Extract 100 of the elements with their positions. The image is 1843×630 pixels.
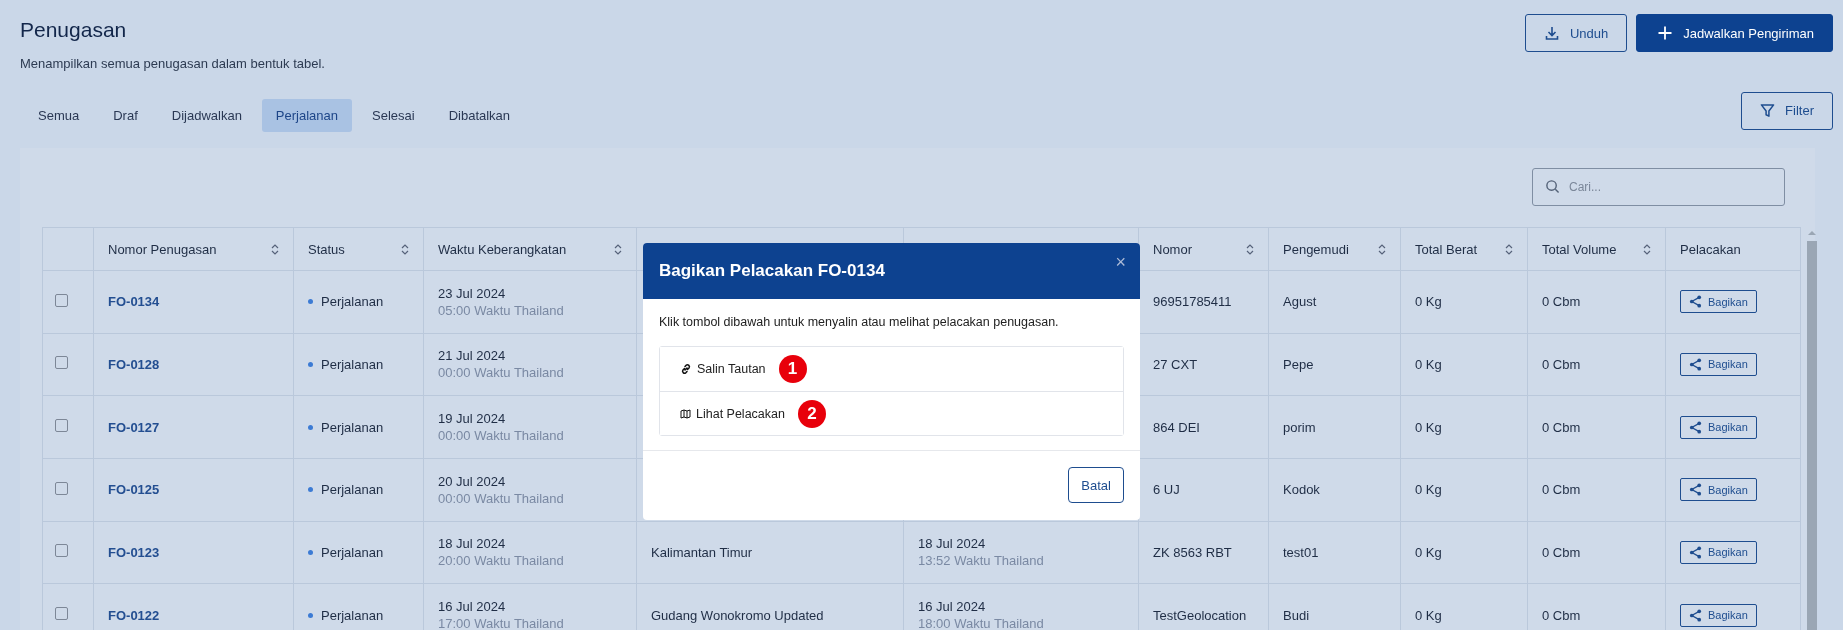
row-checkbox[interactable]	[55, 293, 68, 307]
time-text: 00:00 Waktu Thailand	[438, 365, 565, 381]
row-checkbox[interactable]	[55, 419, 68, 433]
download-button[interactable]: Unduh	[1524, 14, 1628, 52]
table-cell: 6 UJ	[1153, 482, 1180, 498]
column-header: Total Berat	[1415, 241, 1478, 257]
share-icon	[1689, 545, 1702, 559]
assignment-link[interactable]: FO-0127	[108, 419, 160, 435]
sort-icon[interactable]	[1505, 243, 1513, 255]
filter-tab[interactable]: Selesai	[358, 99, 429, 132]
row-checkbox[interactable]	[55, 356, 68, 370]
column-header: Pengemudi	[1283, 241, 1349, 257]
sort-icon[interactable]	[271, 243, 279, 255]
assignment-link[interactable]: FO-0128	[108, 357, 160, 372]
cancel-button[interactable]: Batal	[1068, 467, 1124, 503]
volume-text: 0 Cbm	[1542, 607, 1581, 623]
column-header: Waktu Keberangkatan	[438, 241, 567, 257]
table-cell: 27 CXT	[1153, 357, 1198, 372]
date-text: 23 Jul 2024	[438, 285, 507, 301]
volume-text: 0 Cbm	[1542, 357, 1581, 372]
date-text: 16 Jul 2024	[918, 599, 987, 615]
status-dot-icon	[308, 549, 313, 555]
filter-tab[interactable]: Semua	[24, 99, 94, 132]
status-text: Perjalanan	[321, 607, 384, 623]
status-dot-icon	[308, 299, 313, 305]
driver-text: Agust	[1283, 294, 1317, 310]
time-text: 17:00 Waktu Thailand	[438, 616, 565, 630]
table-cell: ZK 8563 RBT	[1153, 544, 1232, 560]
sort-icon[interactable]	[401, 243, 409, 255]
share-icon	[1689, 358, 1702, 371]
assignment-link[interactable]: FO-0123	[108, 544, 160, 560]
status-dot-icon	[308, 487, 313, 493]
plus-icon	[1657, 25, 1674, 41]
driver-text: porim	[1283, 419, 1316, 435]
dialog-title: Bagikan Pelacakan FO-0134	[659, 261, 885, 281]
assignment-link[interactable]: FO-0134	[108, 294, 160, 310]
status-dot-icon	[308, 612, 313, 618]
weight-text: 0 Kg	[1415, 607, 1442, 623]
schedule-button[interactable]: Jadwalkan Pengiriman	[1636, 14, 1833, 52]
close-button[interactable]: ×	[1115, 251, 1126, 273]
location-text: Kalimantan Timur	[651, 544, 753, 560]
row-checkbox[interactable]	[55, 481, 68, 495]
weight-text: 0 Kg	[1415, 357, 1442, 372]
volume-text: 0 Cbm	[1542, 294, 1581, 310]
driver-text: Pepe	[1283, 357, 1314, 372]
filter-tab[interactable]: Dibatalkan	[434, 99, 525, 132]
dialog-text: Klik tombol dibawah untuk menyalin atau melihat pelacakan penugasan.	[659, 314, 1060, 331]
status-text: Perjalanan	[321, 419, 384, 435]
share-button[interactable]: Bagikan	[1680, 290, 1757, 314]
table-cell: 96951785411	[1153, 294, 1232, 310]
time-text: 20:00 Waktu Thailand	[438, 553, 565, 569]
date-text: 20 Jul 2024	[438, 473, 507, 489]
row-checkbox[interactable]	[55, 607, 68, 621]
number-badge: 1	[778, 355, 807, 383]
time-text: 00:00 Waktu Thailand	[438, 428, 565, 444]
number-badge: 2	[797, 399, 826, 428]
sort-icon[interactable]	[1643, 243, 1651, 255]
share-icon	[1689, 295, 1702, 309]
share-button[interactable]: Bagikan	[1680, 415, 1757, 439]
volume-text: 0 Cbm	[1542, 419, 1581, 435]
filter-button[interactable]: Filter	[1741, 91, 1833, 130]
weight-text: 0 Kg	[1415, 482, 1442, 498]
search-field[interactable]: Cari...	[1532, 168, 1785, 206]
assignment-link[interactable]: FO-0125	[108, 482, 160, 498]
column-header: Total Volume	[1542, 241, 1617, 257]
time-text: 18:00 Waktu Thailand	[918, 616, 1045, 630]
weight-text: 0 Kg	[1415, 419, 1442, 435]
status-text: Perjalanan	[321, 357, 384, 372]
view-tracking-option[interactable]: Lihat Pelacakan 2	[660, 391, 1123, 435]
filter-tab[interactable]: Draf	[99, 99, 152, 132]
weight-text: 0 Kg	[1415, 544, 1442, 560]
date-text: 18 Jul 2024	[438, 536, 507, 552]
table-cell: TestGeolocation	[1153, 607, 1247, 623]
sort-icon[interactable]	[614, 243, 622, 255]
share-button[interactable]: Bagikan	[1680, 478, 1757, 502]
funnel-icon	[1760, 103, 1776, 118]
filter-tab[interactable]: Perjalanan	[261, 99, 352, 132]
sort-icon[interactable]	[1378, 243, 1386, 255]
link-icon	[680, 363, 692, 375]
share-button[interactable]: Bagikan	[1680, 540, 1757, 564]
column-header: Pelacakan	[1680, 241, 1741, 257]
weight-text: 0 Kg	[1415, 294, 1442, 310]
row-checkbox[interactable]	[55, 544, 68, 558]
status-dot-icon	[308, 362, 313, 367]
share-button[interactable]: Bagikan	[1680, 603, 1757, 627]
filter-tab[interactable]: Dijadwalkan	[157, 99, 256, 132]
date-text: 19 Jul 2024	[438, 411, 507, 427]
assignment-link[interactable]: FO-0122	[108, 607, 160, 623]
driver-text: Budi	[1283, 607, 1310, 623]
status-text: Perjalanan	[321, 294, 384, 310]
date-text: 16 Jul 2024	[438, 599, 507, 615]
date-text: 21 Jul 2024	[438, 348, 507, 364]
sort-icon[interactable]	[1246, 243, 1254, 255]
status-dot-icon	[308, 424, 313, 430]
share-button[interactable]: Bagikan	[1680, 353, 1757, 376]
share-icon	[1689, 420, 1702, 434]
volume-text: 0 Cbm	[1542, 482, 1581, 498]
status-text: Perjalanan	[321, 544, 384, 560]
driver-text: Kodok	[1283, 482, 1320, 498]
column-header: Status	[308, 241, 345, 257]
